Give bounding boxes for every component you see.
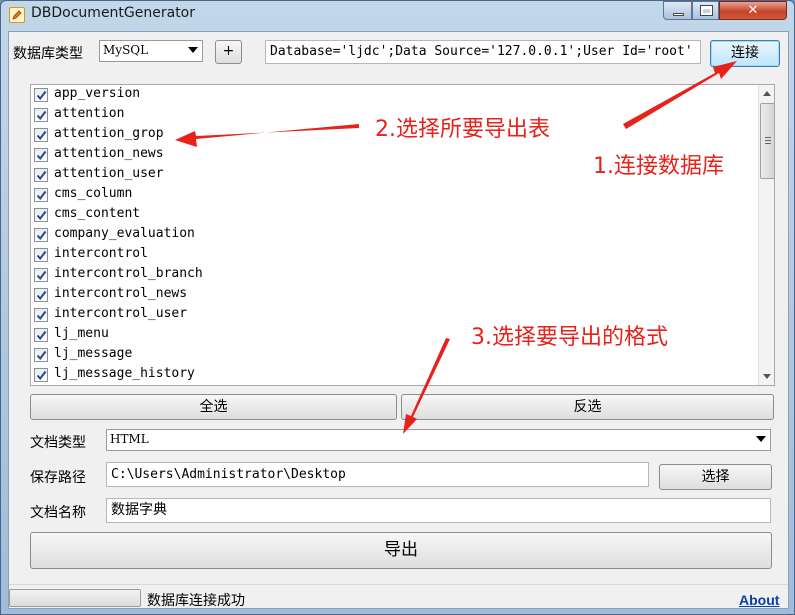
checkmark-icon xyxy=(36,350,47,361)
select-all-button[interactable]: 全选 xyxy=(30,394,397,420)
annotation-step-3: 3.选择要导出的格式 xyxy=(471,325,668,350)
table-checkbox[interactable] xyxy=(34,368,48,382)
title-bar[interactable]: DBDocumentGenerator ✕ xyxy=(1,1,794,31)
grip-line xyxy=(765,140,771,141)
connect-button[interactable]: 连接 xyxy=(710,40,780,67)
close-icon: ✕ xyxy=(747,3,759,18)
app-icon xyxy=(9,7,25,23)
table-name: lj_message xyxy=(54,346,133,361)
table-checkbox[interactable] xyxy=(34,228,48,242)
checkmark-icon xyxy=(36,210,47,221)
db-type-select[interactable]: MySQL xyxy=(99,40,203,62)
table-name: intercontrol xyxy=(54,246,148,261)
window-title: DBDocumentGenerator xyxy=(31,5,196,21)
table-list-item[interactable]: company_evaluation xyxy=(33,225,753,245)
table-checkbox[interactable] xyxy=(34,208,48,222)
table-name: attention_grop xyxy=(54,126,164,141)
invert-selection-button[interactable]: 反选 xyxy=(401,394,774,420)
table-list-item[interactable]: intercontrol_news xyxy=(33,285,753,305)
table-name: attention_news xyxy=(54,146,164,161)
about-link[interactable]: About xyxy=(739,592,779,608)
checkmark-icon xyxy=(36,230,47,241)
table-checkbox[interactable] xyxy=(34,328,48,342)
table-list-item[interactable]: cms_content xyxy=(33,205,753,225)
checkmark-icon xyxy=(36,150,47,161)
chevron-down-icon xyxy=(756,436,766,442)
doc-name-label: 文档名称 xyxy=(30,505,86,521)
table-name: company_evaluation xyxy=(54,226,195,241)
doc-name-input[interactable]: 数据字典 xyxy=(106,498,771,523)
table-name: app_version xyxy=(54,86,141,101)
chevron-down-icon xyxy=(188,47,198,53)
table-name: intercontrol_branch xyxy=(54,266,203,281)
doc-type-value: HTML xyxy=(110,432,149,446)
table-checkbox[interactable] xyxy=(34,348,48,362)
save-path-label: 保存路径 xyxy=(30,470,86,486)
checkmark-icon xyxy=(36,270,47,281)
minimize-button[interactable] xyxy=(663,1,692,20)
table-checkbox[interactable] xyxy=(34,268,48,282)
save-path-input[interactable]: C:\Users\Administrator\Desktop xyxy=(106,462,649,487)
table-list-item[interactable]: cms_column xyxy=(33,185,753,205)
scroll-down-icon[interactable] xyxy=(763,374,771,379)
checkmark-icon xyxy=(36,170,47,181)
checkmark-icon xyxy=(36,290,47,301)
checkmark-icon xyxy=(36,370,47,381)
checkmark-icon xyxy=(36,330,47,341)
table-name: lj_menu xyxy=(54,326,109,341)
minimize-icon xyxy=(673,13,684,16)
annotation-step-2: 2.选择所要导出表 xyxy=(375,117,550,142)
table-checkbox[interactable] xyxy=(34,168,48,182)
table-name: cms_content xyxy=(54,206,141,221)
table-checkbox[interactable] xyxy=(34,188,48,202)
table-name: cms_column xyxy=(54,186,133,201)
app-window: DBDocumentGenerator ✕ 数据库类型 MySQL + Data… xyxy=(0,0,795,615)
list-scrollbar[interactable] xyxy=(758,85,774,385)
table-name: intercontrol_user xyxy=(54,306,188,321)
table-checkbox[interactable] xyxy=(34,308,48,322)
checkmark-icon xyxy=(36,310,47,321)
table-list-item[interactable]: intercontrol xyxy=(33,245,753,265)
grip-line xyxy=(765,143,771,144)
table-name: attention_user xyxy=(54,166,164,181)
table-name: lj_message_history xyxy=(54,366,195,381)
table-checkbox[interactable] xyxy=(34,128,48,142)
progress-bar xyxy=(9,589,141,607)
maximize-button[interactable] xyxy=(692,1,719,20)
table-checkbox[interactable] xyxy=(34,88,48,102)
grip-line xyxy=(765,137,771,138)
table-list-item[interactable]: intercontrol_branch xyxy=(33,265,753,285)
close-button[interactable]: ✕ xyxy=(719,1,787,20)
table-list-item[interactable]: lj_message_history xyxy=(33,365,753,385)
scroll-up-icon[interactable] xyxy=(763,91,771,96)
db-type-label: 数据库类型 xyxy=(13,46,83,62)
add-db-type-button[interactable]: + xyxy=(215,40,242,64)
scroll-thumb[interactable] xyxy=(760,103,774,179)
db-type-value: MySQL xyxy=(103,43,149,57)
table-list-item[interactable]: app_version xyxy=(33,85,753,105)
doc-type-label: 文档类型 xyxy=(30,435,86,451)
checkmark-icon xyxy=(36,250,47,261)
checkmark-icon xyxy=(36,190,47,201)
table-checkbox[interactable] xyxy=(34,148,48,162)
browse-button[interactable]: 选择 xyxy=(659,464,772,490)
checkmark-icon xyxy=(36,130,47,141)
checkmark-icon xyxy=(36,90,47,101)
status-text: 数据库连接成功 xyxy=(147,593,245,609)
doc-type-select[interactable]: HTML xyxy=(106,429,771,451)
maximize-icon xyxy=(700,5,713,16)
table-checkbox[interactable] xyxy=(34,288,48,302)
table-checkbox[interactable] xyxy=(34,248,48,262)
annotation-step-1: 1.连接数据库 xyxy=(593,154,724,179)
connection-string-input[interactable]: Database='ljdc';Data Source='127.0.0.1';… xyxy=(265,40,701,64)
export-button[interactable]: 导出 xyxy=(30,532,772,569)
status-separator xyxy=(9,584,788,585)
table-name: attention xyxy=(54,106,125,121)
table-checkbox[interactable] xyxy=(34,108,48,122)
table-name: intercontrol_news xyxy=(54,286,188,301)
checkmark-icon xyxy=(36,110,47,121)
